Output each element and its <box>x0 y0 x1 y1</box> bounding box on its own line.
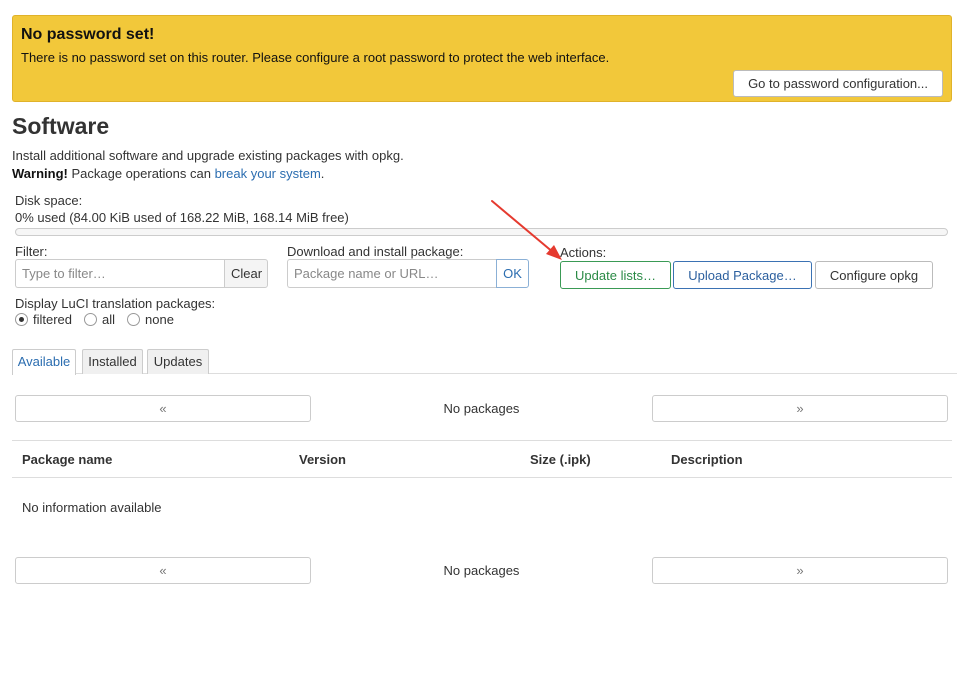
tab-installed[interactable]: Installed <box>82 349 143 374</box>
break-your-system-link[interactable]: break your system <box>215 166 321 181</box>
pager-prev-button[interactable]: « <box>15 395 311 422</box>
translation-radio-group: filtered all none <box>15 312 186 327</box>
page-title: Software <box>12 113 110 139</box>
alert-title: No password set! <box>21 26 155 43</box>
radio-none-label: none <box>145 312 174 327</box>
filter-label: Filter: <box>15 244 48 259</box>
radio-dot <box>84 313 98 326</box>
update-lists-button[interactable]: Update lists… <box>560 261 671 289</box>
translation-label: Display LuCI translation packages: <box>15 296 216 311</box>
pager-top: « No packages » <box>15 395 948 422</box>
no-password-alert: No password set! There is no password se… <box>12 15 952 102</box>
col-description: Description <box>671 452 743 467</box>
radio-dot <box>15 313 28 326</box>
radio-filtered[interactable]: filtered <box>15 312 72 327</box>
warning-label: Warning! <box>12 166 68 181</box>
table-header: Package name Version Size (.ipk) Descrip… <box>12 440 952 478</box>
package-table: Package name Version Size (.ipk) Descrip… <box>12 440 952 515</box>
disk-space-value: 0% used (84.00 KiB used of 168.22 MiB, 1… <box>15 210 349 225</box>
radio-filtered-label: filtered <box>33 312 73 327</box>
package-name-input[interactable] <box>287 259 496 288</box>
disk-space-label: Disk space: <box>15 193 83 208</box>
radio-all-label: all <box>102 312 116 327</box>
filter-input[interactable] <box>15 259 224 288</box>
go-to-password-config-button[interactable]: Go to password configuration... <box>733 70 943 97</box>
tab-updates[interactable]: Updates <box>147 349 209 374</box>
filter-group: Clear <box>15 259 268 288</box>
radio-all[interactable]: all <box>84 312 115 327</box>
clear-filter-button[interactable]: Clear <box>224 259 268 288</box>
pager-next-button[interactable]: » <box>652 395 948 422</box>
pager-bottom: « No packages » <box>15 557 948 584</box>
configure-opkg-button[interactable]: Configure opkg <box>815 261 933 289</box>
col-package-name: Package name <box>22 452 113 467</box>
warning-text: Package operations can <box>71 166 211 181</box>
upload-package-button[interactable]: Upload Package… <box>673 261 812 289</box>
disk-usage-bar <box>15 228 948 236</box>
install-label: Download and install package: <box>287 244 464 259</box>
description-text: Install additional software and upgrade … <box>12 148 404 163</box>
col-size: Size (.ipk) <box>530 452 591 467</box>
disk-space: Disk space: 0% used (84.00 KiB used of 1… <box>15 193 948 236</box>
alert-message: There is no password set on this router.… <box>21 50 610 65</box>
install-group: OK <box>287 259 529 288</box>
col-version: Version <box>299 452 346 467</box>
radio-none[interactable]: none <box>127 312 174 327</box>
page-description: Install additional software and upgrade … <box>12 147 404 183</box>
install-ok-button[interactable]: OK <box>496 259 529 288</box>
pager-next-button[interactable]: » <box>652 557 948 584</box>
actions-label: Actions: <box>560 245 607 260</box>
package-tabs: Available Installed Updates <box>12 349 957 375</box>
table-empty-message: No information available <box>22 500 162 515</box>
pager-prev-button[interactable]: « <box>15 557 311 584</box>
warning-end: . <box>320 166 325 181</box>
radio-dot <box>127 313 141 326</box>
warning-line: Warning! Package operations can break yo… <box>12 165 404 183</box>
tab-available[interactable]: Available <box>12 349 76 375</box>
